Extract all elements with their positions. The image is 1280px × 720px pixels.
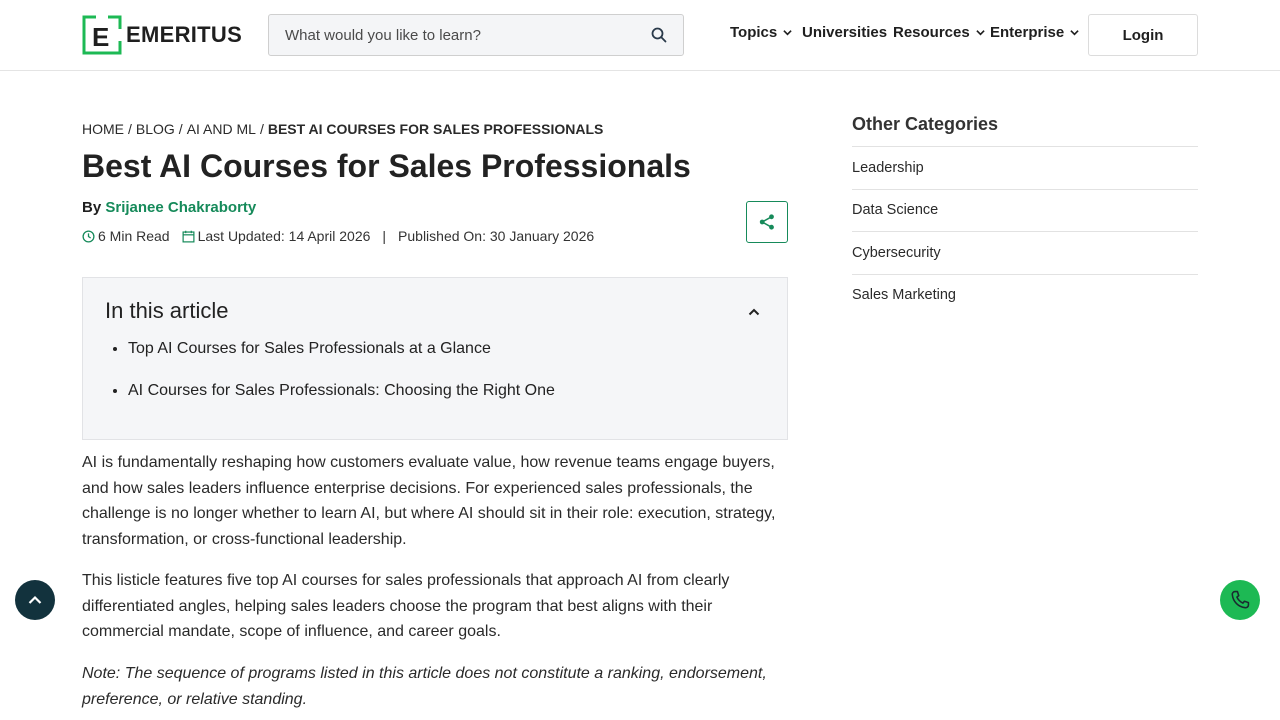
emeritus-logo[interactable]: E EMERITUS bbox=[82, 15, 242, 55]
breadcrumb-current: BEST AI COURSES FOR SALES PROFESSIONALS bbox=[267, 121, 604, 137]
sidebar-title: Other Categories bbox=[852, 114, 999, 134]
toc-list: Top AI Courses for Sales Professionals a… bbox=[128, 338, 555, 422]
toc-item: Top AI Courses for Sales Professionals a… bbox=[128, 338, 555, 380]
author-link[interactable]: Srijanee Chakraborty bbox=[105, 199, 256, 216]
nav-universities-label: Universities bbox=[802, 24, 888, 41]
search-bar[interactable] bbox=[268, 14, 684, 56]
chevron-down-icon bbox=[976, 30, 985, 36]
article-paragraph: AI is fundamentally reshaping how custom… bbox=[82, 454, 776, 548]
byline: By Srijanee Chakraborty bbox=[82, 199, 256, 216]
share-icon bbox=[759, 214, 774, 230]
meta-separator: | bbox=[382, 228, 387, 244]
breadcrumb: HOME / BLOG / AI AND ML / BEST AI COURSES FOR … bbox=[82, 121, 603, 137]
chevron-up-icon bbox=[28, 595, 42, 604]
breadcrumb-ai-and-ml[interactable]: AI AND ML bbox=[187, 121, 256, 137]
read-time: 6 Min Read bbox=[98, 228, 170, 244]
breadcrumb-blog[interactable]: BLOG bbox=[136, 121, 175, 137]
chevron-down-icon bbox=[783, 30, 792, 36]
toc-link[interactable]: AI Courses for Sales Professionals: Choo… bbox=[128, 382, 555, 399]
scroll-to-top-button[interactable] bbox=[15, 580, 55, 620]
breadcrumb-separator: / bbox=[178, 121, 183, 137]
nav-universities[interactable]: Universities bbox=[802, 24, 887, 41]
toc-link[interactable]: Top AI Courses for Sales Professionals a… bbox=[128, 340, 491, 357]
category-leadership[interactable]: Leadership bbox=[852, 146, 1198, 189]
chevron-down-icon bbox=[1070, 30, 1079, 36]
chevron-up-icon[interactable] bbox=[747, 305, 761, 319]
table-of-contents: In this article Top AI Courses for Sales… bbox=[82, 277, 788, 440]
login-button[interactable]: Login bbox=[1088, 14, 1198, 56]
logo-text: EMERITUS bbox=[126, 22, 243, 47]
nav-enterprise[interactable]: Enterprise bbox=[990, 24, 1079, 41]
phone-icon bbox=[1231, 590, 1250, 609]
breadcrumb-separator: / bbox=[128, 121, 132, 137]
share-button[interactable] bbox=[746, 201, 788, 243]
breadcrumb-separator: / bbox=[259, 121, 264, 137]
call-button[interactable] bbox=[1220, 580, 1260, 620]
last-updated: Last Updated: 14 April 2026 bbox=[197, 228, 371, 244]
article-meta: 6 Min Read Last Updated: 14 April 2026 |… bbox=[82, 228, 594, 244]
calendar-icon bbox=[182, 230, 195, 242]
category-list: Leadership Data Science Cybersecurity Sa… bbox=[852, 146, 1198, 316]
nav-topics-label: Topics bbox=[730, 24, 778, 41]
search-icon[interactable] bbox=[651, 27, 667, 43]
site-header: E EMERITUS Topics Universities Resources… bbox=[0, 0, 1280, 71]
published-date: Published On: 30 January 2026 bbox=[398, 228, 595, 244]
breadcrumb-home[interactable]: HOME bbox=[82, 121, 124, 137]
toc-item: AI Courses for Sales Professionals: Choo… bbox=[128, 380, 555, 422]
search-input[interactable] bbox=[285, 26, 645, 44]
category-data-science[interactable]: Data Science bbox=[852, 188, 1198, 232]
logo-mark-icon: E bbox=[82, 15, 122, 55]
nav-topics[interactable]: Topics bbox=[730, 24, 792, 41]
category-cybersecurity[interactable]: Cybersecurity bbox=[852, 231, 1198, 274]
nav-enterprise-label: Enterprise bbox=[990, 24, 1065, 41]
svg-text:E: E bbox=[92, 22, 109, 52]
article-paragraph: This listicle features five top AI cours… bbox=[82, 572, 730, 640]
article-note: Note: The sequence of programs listed in… bbox=[82, 665, 767, 708]
nav-resources[interactable]: Resources bbox=[893, 24, 985, 41]
category-sales-marketing[interactable]: Sales Marketing bbox=[852, 273, 1198, 317]
page-title: Best AI Courses for Sales Professionals bbox=[82, 148, 691, 184]
nav-resources-label: Resources bbox=[893, 24, 970, 41]
clock-icon bbox=[82, 229, 95, 243]
toc-title: In this article bbox=[105, 298, 229, 323]
by-label: By bbox=[82, 199, 102, 216]
